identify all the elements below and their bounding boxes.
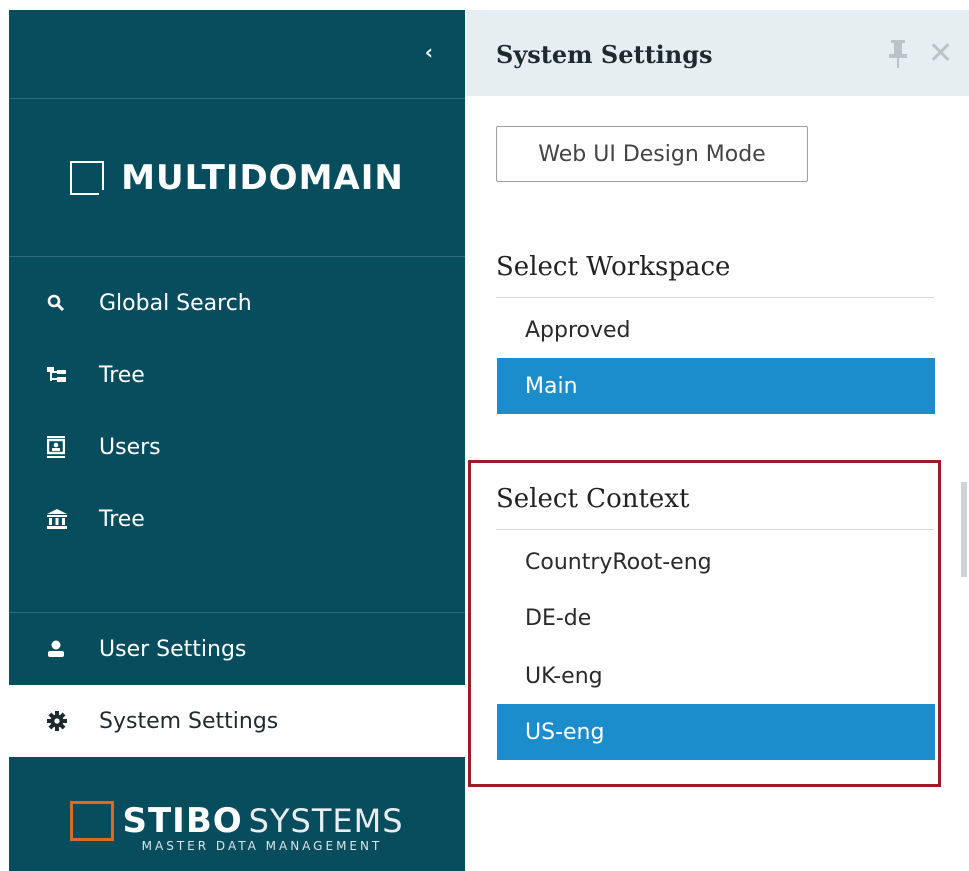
sidebar-item-system-settings[interactable]: System Settings — [9, 685, 465, 757]
sidebar-item-tree-2[interactable]: Tree — [9, 483, 465, 555]
gear-icon — [47, 711, 77, 731]
sidebar-item-label: System Settings — [99, 708, 279, 734]
select-workspace-heading: Select Workspace — [496, 252, 731, 282]
context-option-us-eng[interactable]: US-eng — [497, 704, 935, 760]
sidebar-item-label: Users — [99, 434, 161, 460]
sidebar-item-label: Tree — [99, 362, 145, 388]
sidebar-item-label: Tree — [99, 506, 145, 532]
logo-square-icon — [70, 160, 106, 196]
sidebar-header: ‹ — [9, 10, 465, 99]
panel-title: System Settings — [496, 40, 713, 69]
users-icon — [47, 436, 77, 458]
brand-systems: SYSTEMS — [248, 802, 404, 840]
divider — [496, 297, 934, 298]
brand-stibo: STIBO — [122, 801, 243, 841]
sidebar-item-label: Global Search — [99, 290, 252, 316]
context-option-de-de[interactable]: DE-de — [497, 590, 935, 646]
workspace-option-approved[interactable]: Approved — [497, 302, 935, 358]
pin-icon[interactable] — [888, 40, 908, 72]
context-option-uk-eng[interactable]: UK-eng — [497, 648, 935, 704]
stibo-brand-logo: STIBO SYSTEMS MASTER DATA MANAGEMENT — [9, 801, 465, 853]
user-icon — [47, 640, 77, 658]
select-context-heading: Select Context — [496, 484, 690, 514]
panel-header: System Settings ✕ — [466, 10, 969, 96]
brand-square-icon — [70, 801, 115, 841]
sidebar-item-tree[interactable]: Tree — [9, 339, 465, 411]
workspace-option-main[interactable]: Main — [497, 358, 935, 414]
sidebar: ‹ MULTIDOMAIN Global Search Tree Users T… — [9, 10, 465, 871]
sidebar-item-global-search[interactable]: Global Search — [9, 267, 465, 339]
sidebar-item-users[interactable]: Users — [9, 411, 465, 483]
tree-icon — [47, 366, 77, 384]
app-logo: MULTIDOMAIN — [9, 99, 465, 257]
divider — [496, 529, 934, 530]
sidebar-nav: Global Search Tree Users Tree — [9, 257, 465, 555]
web-ui-design-mode-button[interactable]: Web UI Design Mode — [496, 126, 808, 182]
sidebar-item-user-settings[interactable]: User Settings — [9, 613, 465, 685]
search-icon — [47, 294, 77, 312]
logo-text: MULTIDOMAIN — [121, 157, 404, 198]
close-icon[interactable]: ✕ — [928, 36, 953, 71]
brand-tagline: MASTER DATA MANAGEMENT — [141, 839, 383, 853]
context-option-countryroot-eng[interactable]: CountryRoot-eng — [497, 534, 935, 590]
scrollbar[interactable] — [961, 482, 967, 577]
sidebar-bottom-nav: User Settings System Settings — [9, 612, 465, 757]
bank-icon — [47, 509, 77, 529]
sidebar-item-label: User Settings — [99, 636, 247, 662]
chevron-left-icon[interactable]: ‹ — [425, 40, 433, 64]
